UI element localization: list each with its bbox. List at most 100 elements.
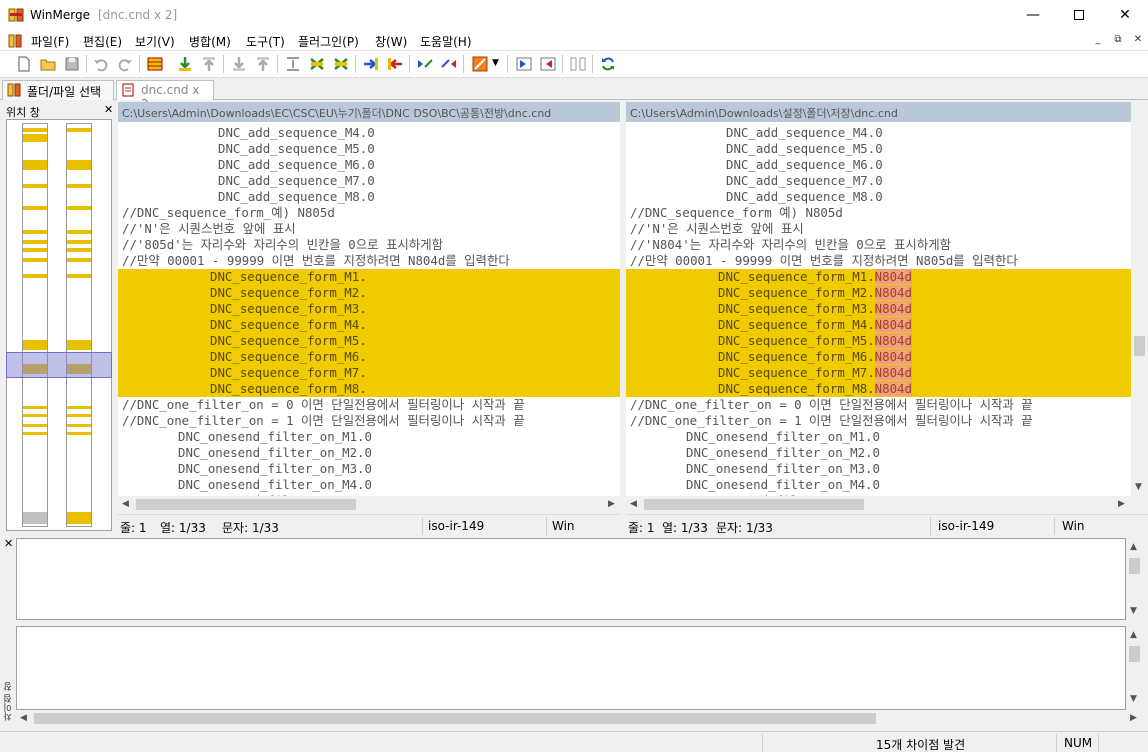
code-line[interactable]: DNC_onesend_filter_on_M4.0 (626, 477, 1131, 493)
code-line[interactable]: //'N804'는 자리수와 자리수의 빈칸을 0으로 표시하게함 (626, 237, 1131, 253)
left-horizontal-scrollbar[interactable]: ◀ ▶ (118, 496, 620, 513)
diff-line[interactable]: DNC_sequence_form_M7.N804d (626, 365, 1131, 381)
mdi-minimize-button[interactable]: _ (1090, 33, 1106, 49)
diff-line[interactable]: DNC_sequence_form_M5.N804d (626, 333, 1131, 349)
diff-line[interactable]: DNC_sequence_form_M6. (118, 349, 620, 365)
last-diff-icon[interactable] (254, 55, 272, 73)
diff-detail-pane-top[interactable] (16, 538, 1126, 620)
next-conflict-icon[interactable] (308, 55, 326, 73)
close-icon[interactable]: ✕ (104, 103, 113, 116)
code-line[interactable]: //만약 00001 - 99999 이면 번호를 지정하려면 N804d를 입… (118, 253, 620, 269)
compare-icon[interactable] (569, 55, 587, 73)
scroll-thumb[interactable] (34, 713, 876, 724)
menu-help[interactable]: 도움말(H) (420, 33, 472, 50)
scroll-thumb[interactable] (136, 499, 356, 510)
scroll-right-icon[interactable]: ▶ (1118, 499, 1125, 509)
diff-line[interactable]: DNC_sequence_form_M2. (118, 285, 620, 301)
code-line[interactable]: DNC_add_sequence_M7.0 (118, 173, 620, 189)
code-line[interactable]: //'805d'는 자리수와 자리수의 빈칸을 0으로 표시하게함 (118, 237, 620, 253)
vertical-scrollbar[interactable]: ▲ ▼ (1126, 626, 1143, 710)
copy-left-icon[interactable] (386, 55, 404, 73)
right-vertical-scrollbar[interactable]: ▼ (1131, 122, 1148, 496)
code-line[interactable]: //'N'은 시퀀스번호 앞에 표시 (118, 221, 620, 237)
diff-detail-pane-bottom[interactable] (16, 626, 1126, 710)
right-horizontal-scrollbar[interactable]: ◀ ▶ (626, 496, 1148, 513)
code-line[interactable]: DNC_onesend_filter_on_M1.0 (626, 429, 1131, 445)
undo-icon[interactable] (92, 55, 110, 73)
first-diff-icon[interactable] (230, 55, 248, 73)
color-scheme-icon[interactable] (471, 55, 489, 73)
refresh-icon[interactable] (599, 55, 617, 73)
code-line[interactable]: //DNC_one_filter_on = 1 이면 단일전용에서 필터링이나 … (626, 413, 1131, 429)
open-folder-icon[interactable] (39, 55, 57, 73)
copy-right-advance-icon[interactable] (416, 55, 434, 73)
diff-line[interactable]: DNC_sequence_form_M2.N804d (626, 285, 1131, 301)
scroll-up-icon[interactable]: ▲ (1130, 630, 1137, 640)
scroll-thumb[interactable] (644, 499, 864, 510)
scroll-left-icon[interactable]: ◀ (122, 499, 129, 509)
tab-folder-select[interactable]: 폴더/파일 선택 (2, 80, 114, 100)
current-diff-icon[interactable] (284, 55, 302, 73)
scroll-left-icon[interactable]: ◀ (630, 499, 637, 509)
mdi-close-button[interactable]: ✕ (1130, 33, 1146, 49)
location-viewport-indicator[interactable] (6, 352, 112, 378)
diff-line[interactable]: DNC_sequence_form_M3. (118, 301, 620, 317)
prev-diff-icon[interactable] (200, 55, 218, 73)
minimize-button[interactable]: — (1010, 0, 1056, 30)
code-line[interactable]: //DNC_one_filter_on = 1 이면 단일전용에서 필터링이나 … (118, 413, 620, 429)
code-line[interactable]: DNC_add_sequence_M8.0 (118, 189, 620, 205)
next-diff-icon[interactable] (176, 55, 194, 73)
document-menu-icon[interactable] (8, 34, 22, 48)
menu-edit[interactable]: 편집(E) (83, 33, 122, 50)
menu-view[interactable]: 보기(V) (135, 33, 175, 50)
close-button[interactable]: ✕ (1102, 0, 1148, 30)
menu-file[interactable]: 파일(F) (31, 33, 69, 50)
scroll-down-icon[interactable]: ▼ (1130, 606, 1137, 616)
code-line[interactable]: DNC_onesend_filter_on_M4.0 (118, 477, 620, 493)
code-line[interactable]: //DNC_sequence_form_예) N805d (118, 205, 620, 221)
menu-window[interactable]: 창(W) (375, 33, 407, 50)
menu-tools[interactable]: 도구(T) (246, 33, 285, 50)
diff-line[interactable]: DNC_sequence_form_M1.N804d (626, 269, 1131, 285)
menu-plugins[interactable]: 플러그인(P) (298, 33, 359, 50)
code-line[interactable]: DNC_onesend_filter_on_M3.0 (626, 461, 1131, 477)
code-line[interactable]: DNC_add_sequence_M6.0 (118, 157, 620, 173)
diff-list-icon[interactable] (146, 55, 164, 73)
prev-conflict-icon[interactable] (332, 55, 350, 73)
maximize-button[interactable] (1056, 0, 1102, 30)
diff-line[interactable]: DNC_sequence_form_M4.N804d (626, 317, 1131, 333)
diff-line[interactable]: DNC_sequence_form_M4. (118, 317, 620, 333)
bottom-horizontal-scrollbar[interactable]: ◀ ▶ (16, 710, 1143, 727)
code-line[interactable]: DNC_onesend_filter_on_M1.0 (118, 429, 620, 445)
code-line[interactable]: DNC_add_sequence_M6.0 (626, 157, 1131, 173)
scroll-down-icon[interactable]: ▼ (1130, 694, 1137, 704)
code-line[interactable]: //DNC_one_filter_on = 0 이면 단일전용에서 필터링이나 … (626, 397, 1131, 413)
copy-left-advance-icon[interactable] (440, 55, 458, 73)
code-line[interactable]: //DNC_sequence_form 예) N805d (626, 205, 1131, 221)
diff-line[interactable]: DNC_sequence_form_M6.N804d (626, 349, 1131, 365)
menu-merge[interactable]: 병합(M) (189, 33, 231, 50)
code-line[interactable]: //DNC_one_filter_on = 0 이면 단일전용에서 필터링이나 … (118, 397, 620, 413)
code-line[interactable]: DNC_add_sequence_M5.0 (626, 141, 1131, 157)
diff-line[interactable]: DNC_sequence_form_M7. (118, 365, 620, 381)
code-line[interactable]: DNC_add_sequence_M4.0 (626, 125, 1131, 141)
vertical-scrollbar[interactable]: ▲ ▼ (1126, 538, 1143, 620)
scroll-up-icon[interactable]: ▲ (1130, 542, 1137, 552)
location-bar-right[interactable] (66, 123, 92, 527)
code-line[interactable]: DNC_add_sequence_M5.0 (118, 141, 620, 157)
code-line[interactable]: DNC_add_sequence_M7.0 (626, 173, 1131, 189)
code-line[interactable]: DNC_onesend_filter_on_M2.0 (118, 445, 620, 461)
redo-icon[interactable] (116, 55, 134, 73)
diff-line[interactable]: DNC_sequence_form_M3.N804d (626, 301, 1131, 317)
scroll-thumb[interactable] (1134, 336, 1145, 356)
diff-line[interactable]: DNC_sequence_form_M5. (118, 333, 620, 349)
scroll-right-icon[interactable]: ▶ (1130, 713, 1137, 723)
mdi-restore-button[interactable]: ⧉ (1110, 33, 1126, 49)
code-line[interactable]: DNC_add_sequence_M8.0 (626, 189, 1131, 205)
copy-right-icon[interactable] (362, 55, 380, 73)
code-line[interactable]: DNC_onesend_filter_on_M2.0 (626, 445, 1131, 461)
code-line[interactable]: //만약 00001 - 99999 이면 번호를 지정하려면 N805d를 입… (626, 253, 1131, 269)
scroll-thumb[interactable] (1129, 646, 1140, 662)
save-icon[interactable] (63, 55, 81, 73)
new-document-icon[interactable] (15, 55, 33, 73)
